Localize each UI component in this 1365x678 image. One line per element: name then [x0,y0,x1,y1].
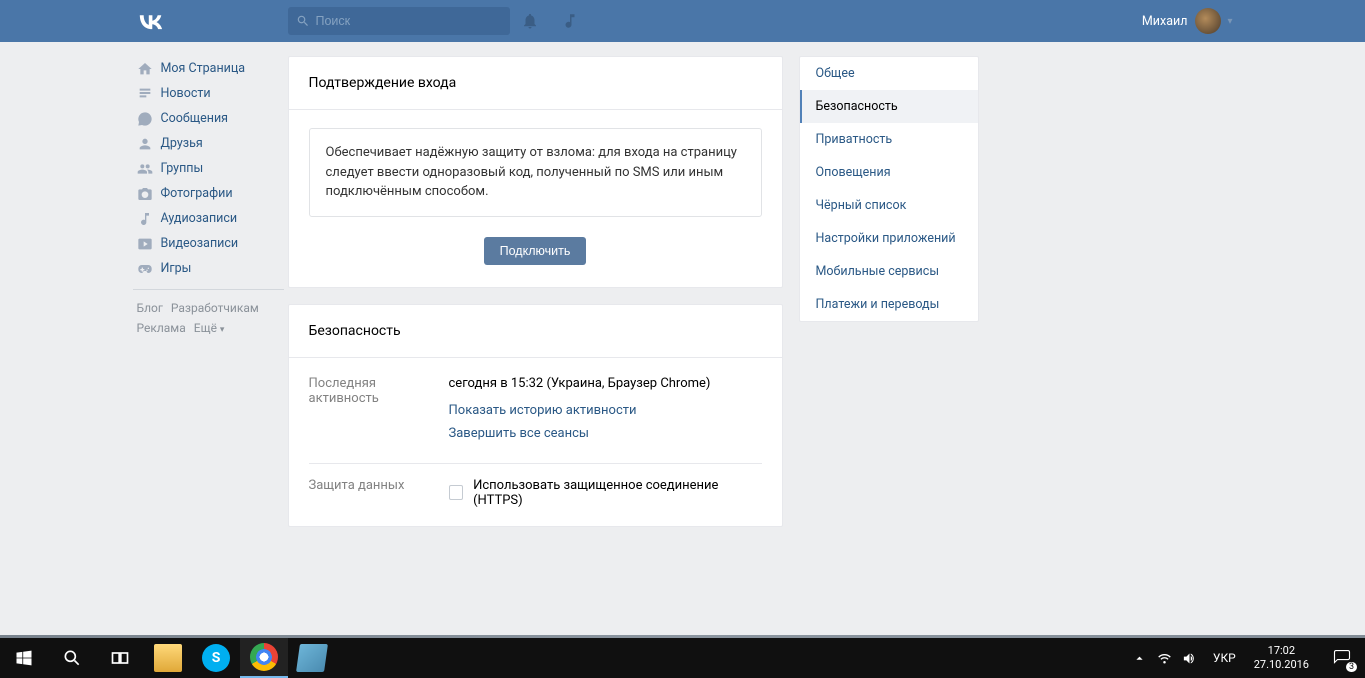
windows-icon [14,648,34,668]
nav-label: Моя Страница [161,61,246,76]
tab-app-settings[interactable]: Настройки приложений [800,222,978,255]
search-box[interactable] [288,7,510,35]
nav-label: Сообщения [161,111,229,126]
news-icon [137,86,153,102]
clock-time: 17:02 [1254,644,1309,658]
nav-label: Игры [161,261,192,276]
panel-title: Безопасность [289,305,782,358]
taskbar-explorer[interactable] [144,638,192,678]
end-sessions-link[interactable]: Завершить все сеансы [449,426,711,441]
camera-icon [137,186,153,202]
nav-label: Группы [161,161,204,176]
chevron-down-icon: ▾ [220,325,225,335]
footer-blog[interactable]: Блог [137,301,163,315]
tab-payments[interactable]: Платежи и переводы [800,288,978,321]
task-view-icon [110,648,130,668]
login-confirmation-panel: Подтверждение входа Обеспечивает надёжну… [288,56,783,288]
games-icon [137,261,153,277]
nav-news[interactable]: Новости [133,81,288,106]
https-checkbox[interactable] [449,485,464,500]
app-icon [296,644,328,672]
explorer-icon [154,644,182,672]
nav-friends[interactable]: Друзья [133,131,288,156]
setting-label: Последняя активность [309,376,449,449]
audio-icon [137,211,153,227]
last-activity-row: Последняя активность сегодня в 15:32 (Ук… [309,362,762,464]
task-view-button[interactable] [96,638,144,678]
chevron-down-icon: ▾ [1227,16,1232,27]
chrome-icon [250,643,278,671]
chevron-up-icon [1132,651,1147,666]
avatar [1195,8,1221,34]
volume-icon [1182,651,1197,666]
vk-logo[interactable] [133,12,288,30]
clock-date: 27.10.2016 [1254,658,1309,672]
footer-dev[interactable]: Разработчикам [171,301,259,315]
skype-icon: S [202,644,230,672]
user-menu[interactable]: Михаил ▾ [1142,8,1233,34]
wifi-icon [1157,651,1172,666]
tab-notifications[interactable]: Оповещения [800,156,978,189]
data-protection-row: Защита данных Использовать защищенное со… [309,464,762,522]
footer-more[interactable]: Ещё ▾ [194,321,225,335]
settings-tabs: Общее Безопасность Приватность Оповещени… [799,56,979,322]
action-center[interactable]: 3 [1319,638,1365,678]
show-history-link[interactable]: Показать историю активности [449,403,711,418]
info-box: Обеспечивает надёжную защиту от взлома: … [309,128,762,217]
footer-ads[interactable]: Реклама [137,321,186,335]
vk-header: Михаил ▾ [0,0,1365,42]
username: Михаил [1142,14,1188,29]
tab-security[interactable]: Безопасность [800,90,978,123]
security-panel: Безопасность Последняя активность сегодн… [288,304,783,527]
search-icon [62,648,82,668]
tab-privacy[interactable]: Приватность [800,123,978,156]
nav-label: Новости [161,86,211,101]
music-icon[interactable] [550,0,590,42]
language-indicator[interactable]: УКР [1205,651,1244,665]
video-icon [137,236,153,252]
windows-taskbar: S УКР 17:02 27.10.2016 3 [0,638,1365,678]
nav-my-page[interactable]: Моя Страница [133,56,288,81]
taskbar-skype[interactable]: S [192,638,240,678]
nav-photos[interactable]: Фотографии [133,181,288,206]
system-tray[interactable] [1124,651,1205,666]
groups-icon [137,161,153,177]
setting-label: Защита данных [309,478,449,508]
search-icon [296,14,310,28]
nav-label: Аудиозаписи [161,211,238,226]
footer-links: Блог Разработчикам Реклама Ещё ▾ [133,298,288,340]
tab-mobile[interactable]: Мобильные сервисы [800,255,978,288]
tab-blocklist[interactable]: Чёрный список [800,189,978,222]
notification-badge: 3 [1346,662,1357,672]
last-activity-value: сегодня в 15:32 (Украина, Браузер Chrome… [449,376,711,391]
home-icon [137,61,153,77]
start-button[interactable] [0,638,48,678]
nav-messages[interactable]: Сообщения [133,106,288,131]
search-button[interactable] [48,638,96,678]
tab-general[interactable]: Общее [800,57,978,90]
taskbar-app[interactable] [288,638,336,678]
separator [133,289,284,290]
taskbar-chrome[interactable] [240,638,288,678]
nav-label: Видеозаписи [161,236,239,251]
connect-button[interactable]: Подключить [484,237,587,265]
nav-games[interactable]: Игры [133,256,288,281]
left-nav: Моя Страница Новости Сообщения Друзья Гр… [133,56,288,543]
nav-audio[interactable]: Аудиозаписи [133,206,288,231]
panel-title: Подтверждение входа [289,57,782,110]
taskbar-clock[interactable]: 17:02 27.10.2016 [1244,644,1319,672]
notifications-icon[interactable] [510,0,550,42]
nav-video[interactable]: Видеозаписи [133,231,288,256]
nav-label: Друзья [161,136,203,151]
search-input[interactable] [316,14,496,28]
friends-icon [137,136,153,152]
message-icon [137,111,153,127]
nav-groups[interactable]: Группы [133,156,288,181]
checkbox-label: Использовать защищенное соединение (HTTP… [473,478,761,508]
nav-label: Фотографии [161,186,233,201]
